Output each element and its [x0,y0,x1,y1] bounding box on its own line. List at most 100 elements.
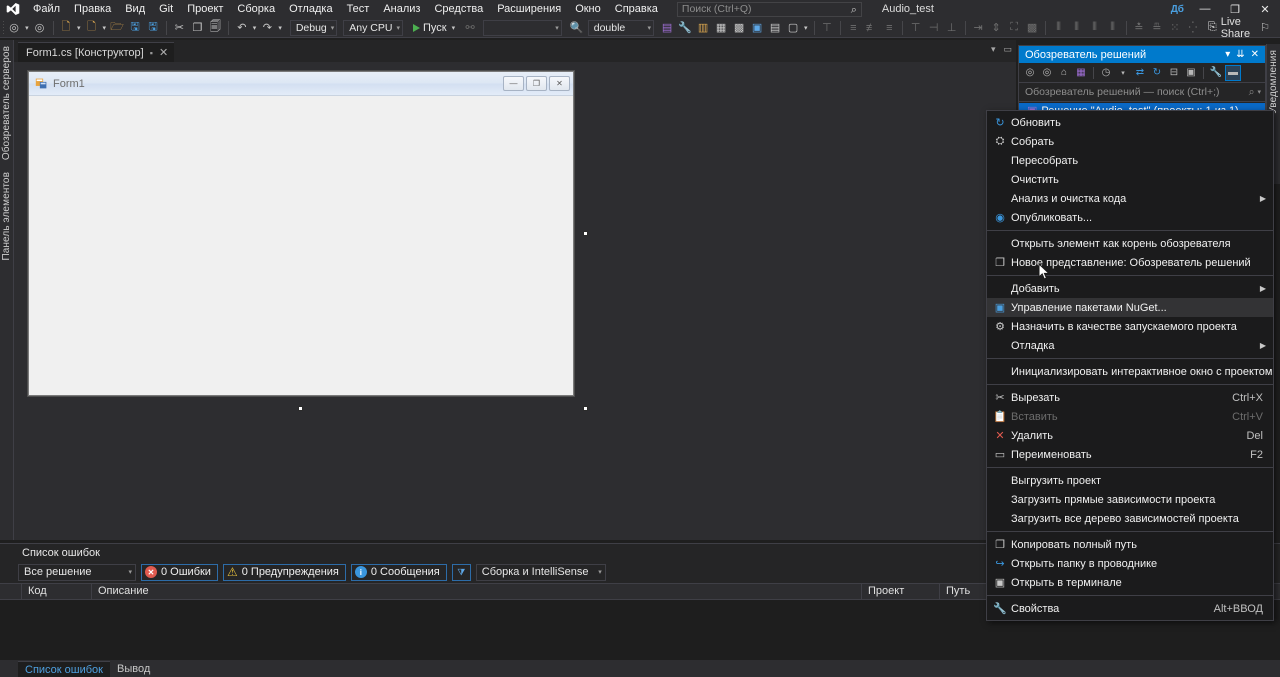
tab-error-list[interactable]: Список ошибок [18,661,110,677]
chevron-down-icon[interactable]: ▾ [991,44,996,55]
menu-item-22[interactable]: Выгрузить проект [987,471,1273,490]
bring-to-front-icon[interactable]: ≛ [1130,18,1148,38]
form1-client-area[interactable] [29,97,573,395]
column-header-1[interactable]: Код [22,583,92,600]
align-middles-icon[interactable]: ⊤ [907,18,925,38]
chevron-down-icon[interactable]: ▾ [1222,49,1233,60]
pending-changes-icon[interactable]: ▦ [1073,65,1089,81]
navigate-back-icon[interactable]: ◎ [5,18,23,38]
preview-selected-items-icon[interactable]: ▣ [1183,65,1199,81]
menu-item-5[interactable]: ◉ Опубликовать... [987,208,1273,227]
object-browser-icon[interactable]: ▦ [712,18,730,38]
project-context-menu[interactable]: ↻ Обновить ⛭ Собрать Пересобрать Очистить Анал… [986,110,1274,621]
menu-item-17[interactable]: ✂ Вырезать Ctrl+X [987,388,1273,407]
align-centers-icon[interactable]: ≢ [862,18,880,38]
menu-window[interactable]: Окно [568,0,608,18]
output-window-icon[interactable]: ▤ [766,18,784,38]
new-project-caret-icon[interactable]: ▾ [75,24,83,32]
form-maximize-button[interactable]: ❐ [526,76,547,91]
build-filter-combo[interactable]: Сборка и IntelliSense ▾ [475,563,606,581]
close-icon[interactable]: ✕ [159,46,168,59]
resize-handle-right[interactable] [583,231,588,236]
align-bottoms-icon[interactable]: ⊣ [925,18,943,38]
menu-item-4[interactable]: Анализ и очистка кода ▶ [987,189,1273,208]
home-icon[interactable]: ⌂ [1056,65,1072,81]
properties-icon[interactable]: 🔧 [1208,65,1224,81]
refresh-icon[interactable]: ↻ [1149,65,1165,81]
menu-view[interactable]: Вид [118,0,152,18]
config-combo[interactable]: Debug ▾ [289,19,338,36]
horizontal-spacing-equal-icon[interactable]: ⦀ [1050,18,1068,38]
hot-reload-icon[interactable]: ⚯ [461,18,479,38]
errors-filter-button[interactable]: ✕ 0 Ошибки [141,563,218,581]
menu-item-19[interactable]: ✕ Удалить Del [987,426,1273,445]
menu-file[interactable]: Файл [26,0,67,18]
platform-combo[interactable]: Any CPU ▾ [343,19,403,36]
menu-item-28[interactable]: ▣ Открыть в терминале [987,573,1273,592]
menu-item-15[interactable]: Инициализировать интерактивное окно с пр… [987,362,1273,381]
error-scope-combo[interactable]: Все решение ▾ [18,563,136,581]
menu-item-1[interactable]: ⛭ Собрать [987,132,1273,151]
column-header-3[interactable]: Проект [862,583,940,600]
resize-handle-corner[interactable] [583,406,588,411]
save-all-icon[interactable]: 🖫 [144,18,162,38]
tab-form1-designer[interactable]: Form1.cs [Конструктор] ▪ ✕ [18,42,175,62]
toolbox-icon[interactable]: ▥ [694,18,712,38]
redo-icon[interactable]: ↷ [258,18,276,38]
solution-explorer-search-input[interactable]: Обозреватель решений — поиск (Ctrl+;) ⌕ … [1019,83,1265,102]
sidebar-tab-toolbox[interactable]: Панель элементов [0,166,13,267]
menu-git[interactable]: Git [152,0,180,18]
align-lefts-icon[interactable]: ≡ [844,18,862,38]
undo-icon[interactable]: ↶ [233,18,251,38]
menu-item-27[interactable]: ↪ Открыть папку в проводнике [987,554,1273,573]
align-tops-icon[interactable]: ⊤ [818,18,836,38]
horizontal-spacing-increase-icon[interactable]: ⦀ [1068,18,1086,38]
column-header-0[interactable] [0,583,22,600]
chevron-down-icon[interactable]: ▾ [1115,65,1131,81]
solution-explorer-icon[interactable]: ▤ [658,18,676,38]
menu-debug[interactable]: Отладка [282,0,339,18]
chevron-down-icon[interactable]: ▾ [450,24,458,32]
menu-analyze[interactable]: Анализ [376,0,427,18]
menu-tools[interactable]: Средства [427,0,490,18]
new-project-icon[interactable]: 🗋 [57,18,75,38]
split-view-icon[interactable]: ▭ [1003,44,1012,55]
menu-test[interactable]: Тест [340,0,377,18]
send-to-back-icon[interactable]: ≞ [1148,18,1166,38]
menu-build[interactable]: Сборка [230,0,282,18]
menu-edit[interactable]: Правка [67,0,118,18]
size-to-grid-icon[interactable]: ⛶ [1005,18,1023,38]
menu-item-3[interactable]: Очистить [987,170,1273,189]
navigate-forward-icon[interactable]: ◎ [31,18,49,38]
menu-item-24[interactable]: Загрузить все дерево зависимостей проект… [987,509,1273,528]
menu-item-26[interactable]: ❐ Копировать полный путь [987,535,1273,554]
type-combo[interactable]: double ▾ [587,19,655,36]
messages-filter-button[interactable]: i 0 Сообщения [350,563,447,581]
properties-window-icon[interactable]: 🔧 [676,18,694,38]
sync-with-active-document-icon[interactable]: ⇄ [1132,65,1148,81]
toolbar-grip[interactable] [2,19,6,36]
menu-help[interactable]: Справка [608,0,665,18]
align-grid-icon[interactable]: ⊥ [943,18,961,38]
horizontal-spacing-decrease-icon[interactable]: ⦀ [1086,18,1104,38]
menu-item-2[interactable]: Пересобрать [987,151,1273,170]
menu-item-13[interactable]: Отладка ▶ [987,336,1273,355]
redo-caret-icon[interactable]: ▾ [276,24,284,32]
quick-search-input[interactable]: Поиск (Ctrl+Q) ⌕ [676,1,862,17]
column-header-2[interactable]: Описание [92,583,862,600]
show-all-files-icon[interactable]: ◷ [1098,65,1114,81]
paste-icon[interactable]: 🗐 [206,18,224,38]
live-share-button[interactable]: ⎘ Live Share [1202,16,1256,40]
menu-item-20[interactable]: ▭ Переименовать F2 [987,445,1273,464]
menu-item-11[interactable]: ▣ Управление пакетами NuGet... [987,298,1273,317]
new-item-icon[interactable]: 🗋 [83,18,101,38]
menu-item-12[interactable]: ⚙ Назначить в качестве запускаемого проек… [987,317,1273,336]
process-combo[interactable]: ▾ [483,19,562,36]
form1-window[interactable]: Form1 — ❐ ✕ [28,71,574,396]
resize-handle-bottom[interactable] [298,406,303,411]
make-same-width-icon[interactable]: ⇥ [969,18,987,38]
sidebar-tab-server-explorer[interactable]: Обозреватель серверов [0,40,13,166]
menu-extensions[interactable]: Расширения [490,0,568,18]
size-to-fit-icon[interactable]: ▩ [1023,18,1041,38]
sidebar-tab-notifications[interactable]: Уведомления [1267,44,1280,120]
